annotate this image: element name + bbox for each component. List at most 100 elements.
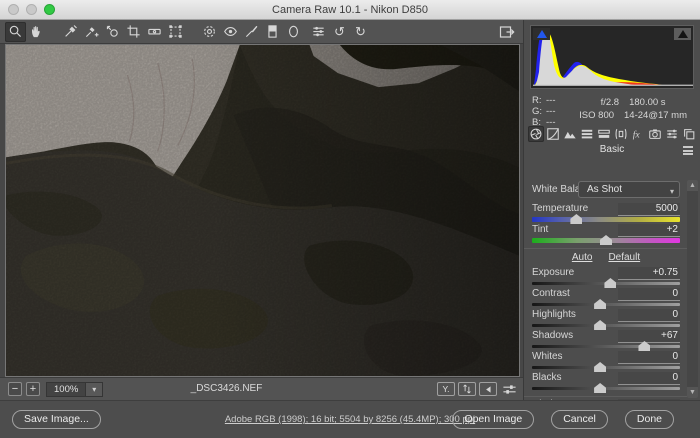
contrast-slider-row: Contrast0	[532, 289, 680, 308]
preferences-tool-icon[interactable]	[308, 22, 329, 42]
exposure-slider[interactable]	[532, 280, 680, 288]
rotate-left-tool-icon[interactable]: ↺	[329, 22, 350, 42]
tab-camera-calibration-icon[interactable]	[647, 126, 663, 142]
straighten-tool-icon[interactable]	[144, 22, 165, 42]
temperature-track	[532, 217, 680, 222]
crop-tool-icon[interactable]	[123, 22, 144, 42]
tab-lens-corrections-icon[interactable]	[613, 126, 629, 142]
tools-toolbar: ↺↻	[0, 20, 523, 44]
whites-slider[interactable]	[532, 364, 680, 372]
before-after-toggle-button[interactable]: Y.	[437, 382, 455, 396]
tint-slider-thumb[interactable]	[600, 235, 612, 245]
tab-effects-icon[interactable]: fx	[630, 126, 646, 142]
done-button[interactable]: Done	[625, 410, 674, 429]
temperature-value-field[interactable]: 5000	[618, 203, 680, 216]
highlights-slider-thumb[interactable]	[594, 320, 606, 330]
blacks-slider-thumb[interactable]	[594, 383, 606, 393]
toggle-fullscreen-icon[interactable]	[497, 23, 517, 41]
swap-before-after-button[interactable]	[458, 382, 476, 396]
action-bar: Save Image... Adobe RGB (1998); 16 bit; …	[0, 400, 700, 438]
spot-removal-tool-icon[interactable]	[199, 22, 220, 42]
temperature-slider-row: Temperature5000	[532, 204, 680, 223]
shadows-slider-thumb[interactable]	[638, 341, 650, 351]
radial-filter-tool-icon[interactable]	[283, 22, 304, 42]
tab-tone-curve-icon[interactable]	[545, 126, 561, 142]
graduated-filter-tool-icon[interactable]	[262, 22, 283, 42]
svg-text:fx: fx	[633, 129, 641, 140]
transform-tool-icon[interactable]	[165, 22, 186, 42]
panel-menu-icon[interactable]	[683, 146, 693, 155]
close-window-button[interactable]	[8, 4, 19, 15]
scroll-up-button[interactable]: ▲	[687, 180, 698, 191]
exposure-value-field[interactable]: +0.75	[618, 267, 680, 280]
zoom-window-button[interactable]	[44, 4, 55, 15]
blacks-slider[interactable]	[532, 385, 680, 393]
shadow-clipping-indicator[interactable]	[533, 28, 550, 40]
highlights-slider[interactable]	[532, 322, 680, 330]
contrast-slider[interactable]	[532, 301, 680, 309]
temperature-slider-thumb[interactable]	[570, 214, 582, 224]
tab-detail-icon[interactable]	[562, 126, 578, 142]
preview-preferences-icon[interactable]	[500, 382, 518, 396]
zoom-tool-icon[interactable]	[5, 22, 26, 42]
highlights-slider-row: Highlights0	[532, 310, 680, 329]
tab-basic-icon[interactable]	[528, 126, 544, 142]
tint-slider[interactable]	[532, 237, 680, 245]
tab-snapshots-icon[interactable]	[681, 126, 697, 142]
scroll-down-button[interactable]: ▼	[687, 387, 698, 398]
photo	[6, 45, 519, 376]
exposure-slider-row: Exposure+0.75	[532, 268, 680, 287]
adjustment-brush-tool-icon[interactable]	[241, 22, 262, 42]
color-sampler-tool-icon[interactable]	[81, 22, 102, 42]
tab-hsl-grayscale-icon[interactable]	[579, 126, 595, 142]
histogram-chart	[532, 27, 695, 89]
targeted-adjustment-tool-icon[interactable]	[102, 22, 123, 42]
temperature-slider[interactable]	[532, 216, 680, 224]
histogram	[530, 25, 694, 89]
title-bar[interactable]: Camera Raw 10.1 - Nikon D850	[0, 0, 700, 20]
rotate-right-tool-icon[interactable]: ↻	[350, 22, 371, 42]
tab-split-toning-icon[interactable]	[596, 126, 612, 142]
default-link[interactable]: Default	[608, 252, 640, 263]
shadows-slider[interactable]	[532, 343, 680, 351]
panel-title: Basic	[600, 144, 624, 155]
blacks-value-field[interactable]: 0	[618, 372, 680, 385]
whites-value-field[interactable]: 0	[618, 351, 680, 364]
auto-default-links: Auto Default	[532, 252, 680, 266]
camera-raw-window: Camera Raw 10.1 - Nikon D850 ↺↻	[0, 0, 700, 438]
workflow-options-link[interactable]: Adobe RGB (1998); 16 bit; 5504 by 8256 (…	[225, 414, 475, 425]
filename-label: _DSC3426.NEF	[0, 383, 453, 394]
white-balance-select[interactable]: As Shot▾	[578, 181, 680, 198]
highlight-clipping-indicator[interactable]	[674, 28, 691, 40]
blacks-slider-row: Blacks0	[532, 373, 680, 392]
cancel-button[interactable]: Cancel	[551, 410, 608, 429]
highlights-value-field[interactable]: 0	[618, 309, 680, 322]
lens-value: 14-24@17 mm	[624, 110, 687, 121]
exposure-slider-thumb[interactable]	[604, 278, 616, 288]
contrast-slider-thumb[interactable]	[594, 299, 606, 309]
tint-value-field[interactable]: +2	[618, 224, 680, 237]
chevron-down-icon: ▾	[670, 184, 674, 199]
image-canvas[interactable]	[5, 44, 520, 377]
copy-settings-to-before-button[interactable]	[479, 382, 497, 396]
hand-tool-icon[interactable]	[26, 22, 47, 42]
open-image-button[interactable]: Open Image	[452, 410, 534, 429]
white-balance-tool-icon[interactable]	[60, 22, 81, 42]
white-balance-row: White Balance:As Shot▾	[532, 181, 680, 202]
panel-scrollbar[interactable]: ▲ ▼	[687, 180, 698, 398]
exif-readout: R:--- G:--- B:--- f/2.8180.00 s ISO 8001…	[524, 89, 700, 123]
red-eye-tool-icon[interactable]	[220, 22, 241, 42]
minimize-window-button[interactable]	[26, 4, 37, 15]
capture-settings: f/2.8180.00 s ISO 80014-24@17 mm	[574, 95, 692, 119]
shadows-track	[532, 345, 680, 348]
auto-link[interactable]: Auto	[572, 252, 593, 263]
save-image-button[interactable]: Save Image...	[12, 410, 101, 429]
whites-slider-thumb[interactable]	[594, 362, 606, 372]
shadows-slider-row: Shadows+67	[532, 331, 680, 350]
tab-presets-icon[interactable]	[664, 126, 680, 142]
tint-slider-row: Tint+2	[532, 225, 680, 244]
aperture-value: f/2.8	[601, 97, 620, 108]
contrast-value-field[interactable]: 0	[618, 288, 680, 301]
shadows-value-field[interactable]: +67	[618, 330, 680, 343]
window-title: Camera Raw 10.1 - Nikon D850	[0, 4, 700, 16]
